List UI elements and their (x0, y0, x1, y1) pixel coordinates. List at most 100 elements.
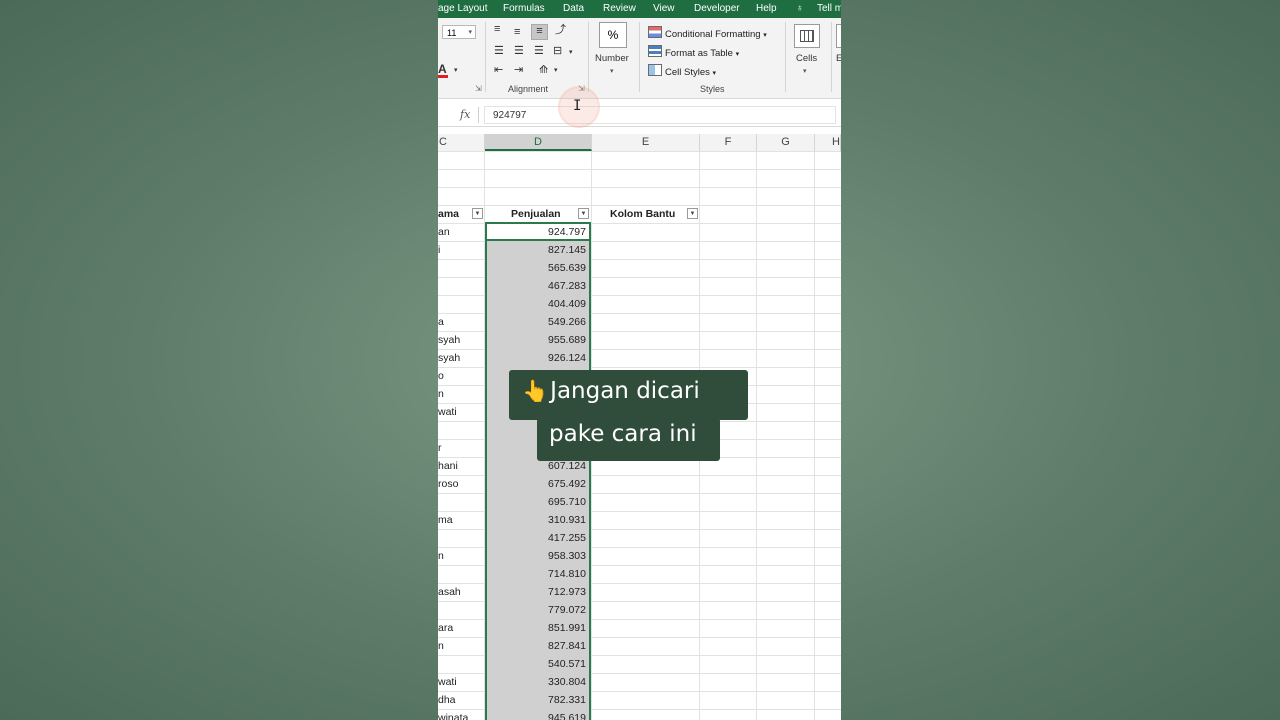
video-frame: age Layout Formulas Data Review View Dev… (438, 0, 841, 720)
filter-dropdown-icon[interactable]: ▼ (578, 208, 589, 219)
align-bottom-icon[interactable]: ≡ (531, 24, 548, 40)
tab-view[interactable]: View (653, 3, 675, 14)
penjualan-cell[interactable]: 955.689 (485, 331, 586, 349)
nama-cell[interactable]: n (438, 547, 444, 565)
nama-cell[interactable]: o (438, 367, 444, 385)
editing-button[interactable] (836, 24, 841, 48)
penjualan-cell[interactable]: 782.331 (485, 691, 586, 709)
penjualan-cell[interactable]: 417.255 (485, 529, 586, 547)
group-divider (485, 22, 486, 92)
align-right-icon[interactable]: ☰ (534, 45, 544, 57)
column-header-g[interactable]: G (757, 134, 815, 151)
caption-line-2: pake cara ini (549, 421, 697, 447)
orientation-icon[interactable]: ⤴ (555, 24, 566, 36)
nama-cell[interactable]: syah (438, 331, 460, 349)
penjualan-cell[interactable]: 310.931 (485, 511, 586, 529)
nama-cell[interactable]: asah (438, 583, 461, 601)
font-size-select[interactable]: 11 ▾ (442, 25, 476, 39)
chevron-down-icon[interactable]: ▾ (554, 65, 558, 77)
penjualan-cell[interactable]: 827.841 (485, 637, 586, 655)
nama-cell[interactable]: a (438, 313, 444, 331)
number-format-button[interactable]: % (599, 22, 627, 48)
column-header-e[interactable]: E (592, 134, 700, 151)
nama-cell[interactable]: i (438, 241, 440, 259)
penjualan-cell[interactable]: 926.124 (485, 349, 586, 367)
penjualan-cell[interactable]: 695.710 (485, 493, 586, 511)
font-color-button[interactable]: A (438, 62, 448, 78)
chevron-down-icon[interactable]: ▾ (803, 67, 807, 75)
nama-cell[interactable]: dha (438, 691, 456, 709)
group-divider (785, 22, 786, 92)
caption-text-1: Jangan dicari (550, 378, 700, 404)
tab-data[interactable]: Data (563, 3, 584, 14)
column-header-c[interactable]: C (438, 134, 485, 151)
merge-center-icon[interactable]: ⊟ (553, 45, 562, 57)
penjualan-cell[interactable]: 404.409 (485, 295, 586, 313)
cell-styles-button[interactable]: Cell Styles ▾ (648, 64, 716, 78)
nama-cell[interactable]: wati (438, 673, 457, 691)
penjualan-cell[interactable]: 712.973 (485, 583, 586, 601)
filter-dropdown-icon[interactable]: ▼ (687, 208, 698, 219)
column-header-d[interactable]: D (485, 134, 592, 151)
cell-styles-icon (648, 64, 662, 76)
cells-button[interactable] (794, 24, 820, 48)
nama-cell[interactable]: ara (438, 619, 453, 637)
tab-review[interactable]: Review (603, 3, 636, 14)
penjualan-cell[interactable]: 467.283 (485, 277, 586, 295)
decrease-indent-icon[interactable]: ⇤ (494, 64, 503, 76)
nama-cell[interactable]: an (438, 223, 450, 241)
conditional-formatting-button[interactable]: Conditional Formatting ▾ (648, 26, 767, 40)
penjualan-cell[interactable]: 330.804 (485, 673, 586, 691)
tab-developer[interactable]: Developer (694, 3, 740, 14)
nama-cell[interactable]: wati (438, 403, 457, 421)
penjualan-cell[interactable]: 958.303 (485, 547, 586, 565)
penjualan-cell[interactable]: 945.619 (485, 709, 586, 720)
dialog-launcher-icon[interactable]: ⇲ (475, 84, 482, 93)
font-size-value: 11 (447, 28, 457, 38)
font-color-letter: A (438, 62, 447, 76)
tab-page-layout[interactable]: age Layout (438, 3, 488, 14)
conditional-formatting-icon (648, 26, 662, 38)
penjualan-cell[interactable]: 714.810 (485, 565, 586, 583)
penjualan-cell[interactable]: 540.571 (485, 655, 586, 673)
nama-cell[interactable]: n (438, 637, 444, 655)
group-divider (588, 22, 589, 92)
penjualan-cell[interactable]: 851.991 (485, 619, 586, 637)
penjualan-cell[interactable]: 924.797 (485, 223, 586, 241)
tell-me-search[interactable]: Tell m (817, 3, 841, 14)
formula-input[interactable]: 924797 (484, 106, 836, 124)
format-as-table-label: Format as Table (665, 48, 733, 59)
chevron-down-icon: ▾ (468, 29, 472, 36)
chevron-down-icon[interactable]: ▾ (610, 67, 614, 75)
penjualan-cell[interactable]: 827.145 (485, 241, 586, 259)
penjualan-cell[interactable]: 565.639 (485, 259, 586, 277)
align-top-icon[interactable]: ≡ (494, 23, 500, 35)
tab-help[interactable]: Help (756, 3, 777, 14)
nama-cell[interactable]: roso (438, 475, 458, 493)
styles-group-label: Styles (700, 84, 725, 94)
nama-cell[interactable]: syah (438, 349, 460, 367)
penjualan-cell[interactable]: 675.492 (485, 475, 586, 493)
insert-function-icon[interactable]: fx (460, 108, 470, 121)
column-header-h[interactable]: H (815, 134, 841, 151)
penjualan-cell[interactable]: 549.266 (485, 313, 586, 331)
filter-dropdown-icon[interactable]: ▼ (472, 208, 483, 219)
format-as-table-button[interactable]: Format as Table ▾ (648, 45, 739, 59)
nama-cell[interactable]: ma (438, 511, 453, 529)
align-center-icon[interactable]: ☰ (514, 45, 524, 57)
align-middle-icon[interactable]: ≡ (514, 26, 520, 38)
chevron-down-icon[interactable]: ▾ (569, 47, 573, 59)
nama-cell[interactable]: winata (438, 709, 468, 720)
tab-formulas[interactable]: Formulas (503, 3, 545, 14)
chevron-down-icon[interactable]: ▾ (454, 65, 458, 77)
increase-indent-icon[interactable]: ⇥ (514, 64, 523, 76)
percent-icon: % (607, 28, 619, 42)
nama-cell[interactable]: r (438, 439, 442, 457)
cells-group-label: Cells (796, 53, 818, 64)
nama-cell[interactable]: n (438, 385, 444, 403)
align-left-icon[interactable]: ☰ (494, 45, 504, 57)
penjualan-cell[interactable]: 779.072 (485, 601, 586, 619)
column-header-f[interactable]: F (700, 134, 757, 151)
nama-cell[interactable]: hani (438, 457, 458, 475)
text-direction-icon[interactable]: ⟰ (539, 64, 548, 76)
